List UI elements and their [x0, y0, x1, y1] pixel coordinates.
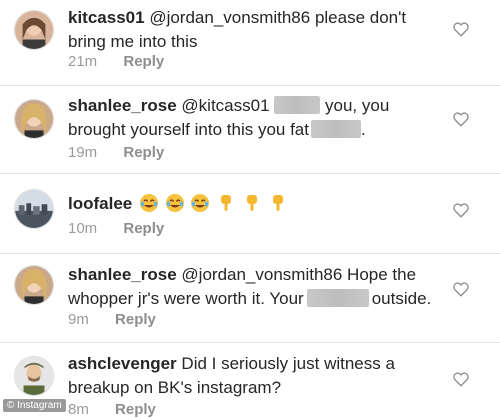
comment-meta: 21m Reply: [68, 53, 164, 70]
avatar[interactable]: [14, 356, 54, 396]
comment-username[interactable]: shanlee_rose: [68, 96, 177, 115]
comment-content: outside.: [371, 289, 432, 308]
comment-timestamp: 10m: [68, 220, 98, 237]
watermark: © Instagram: [3, 399, 66, 412]
avatar[interactable]: [14, 189, 54, 229]
comment-timestamp: 19m: [68, 144, 98, 161]
face-with-tears-of-joy-icon: [165, 193, 185, 213]
redacted-text: [274, 96, 321, 114]
heart-outline-icon[interactable]: [452, 20, 470, 38]
avatar[interactable]: [14, 10, 54, 50]
comment-content: bring me into this: [68, 32, 198, 51]
comment-text: ashclevenger Did I seriously just witnes…: [68, 352, 448, 400]
emoji-row: [139, 194, 289, 213]
redacted-text: [306, 289, 369, 307]
reply-button[interactable]: Reply: [123, 144, 164, 161]
heart-outline-icon[interactable]: [452, 370, 470, 388]
comment-content: @jordan_vonsmith86 please don't: [149, 8, 407, 27]
reply-button[interactable]: Reply: [123, 220, 164, 237]
comment-content: you, you: [325, 96, 390, 115]
face-with-tears-of-joy-icon: [190, 193, 210, 213]
comment-timestamp: 21m: [68, 53, 98, 70]
redacted-text: [310, 120, 361, 138]
face-with-tears-of-joy-icon: [139, 193, 159, 213]
reply-button[interactable]: Reply: [115, 401, 156, 418]
comment-meta: 10m Reply: [68, 220, 164, 237]
pointing-down-hand-icon: [216, 193, 236, 213]
comment-content: @jordan_vonsmith86 Hope the: [181, 265, 417, 284]
reply-button[interactable]: Reply: [115, 311, 156, 328]
comment-item: kitcass01 @jordan_vonsmith86 please don'…: [0, 0, 500, 86]
comment-text: shanlee_rose @jordan_vonsmith86 Hope the…: [68, 263, 448, 311]
comment-meta: 19m Reply: [68, 144, 164, 161]
comment-username[interactable]: ashclevenger: [68, 354, 177, 373]
avatar[interactable]: [14, 99, 54, 139]
comment-content: brought yourself into this you fat: [68, 120, 309, 139]
comment-meta: 9m Reply: [68, 311, 156, 328]
heart-outline-icon[interactable]: [452, 280, 470, 298]
comment-item: loofalee 10m Reply: [0, 173, 500, 254]
comment-text: kitcass01 @jordan_vonsmith86 please don'…: [68, 6, 448, 54]
comment-item: shanlee_rose @kitcass01 you, you brought…: [0, 85, 500, 174]
comment-item: shanlee_rose @jordan_vonsmith86 Hope the…: [0, 253, 500, 343]
comment-content: Did I seriously just witness a: [181, 354, 395, 373]
comment-timestamp: 9m: [68, 311, 89, 328]
comment-meta: 8m Reply: [68, 401, 156, 418]
avatar[interactable]: [14, 265, 54, 305]
comment-content: breakup on BK's instagram?: [68, 378, 282, 397]
comment-username[interactable]: loofalee: [68, 194, 132, 213]
pointing-down-hand-icon: [242, 193, 262, 213]
comment-text: loofalee: [68, 192, 448, 216]
heart-outline-icon[interactable]: [452, 201, 470, 219]
comment-mention[interactable]: @kitcass01: [181, 96, 269, 115]
comment-item: ashclevenger Did I seriously just witnes…: [0, 342, 500, 418]
comment-content: whopper jr's were worth it. Your: [68, 289, 304, 308]
pointing-down-hand-icon: [268, 193, 288, 213]
heart-outline-icon[interactable]: [452, 110, 470, 128]
comment-username[interactable]: kitcass01: [68, 8, 145, 27]
comment-text: shanlee_rose @kitcass01 you, you brought…: [68, 94, 448, 142]
comment-username[interactable]: shanlee_rose: [68, 265, 177, 284]
comment-timestamp: 8m: [68, 401, 89, 418]
reply-button[interactable]: Reply: [123, 53, 164, 70]
comment-content: .: [360, 120, 366, 139]
